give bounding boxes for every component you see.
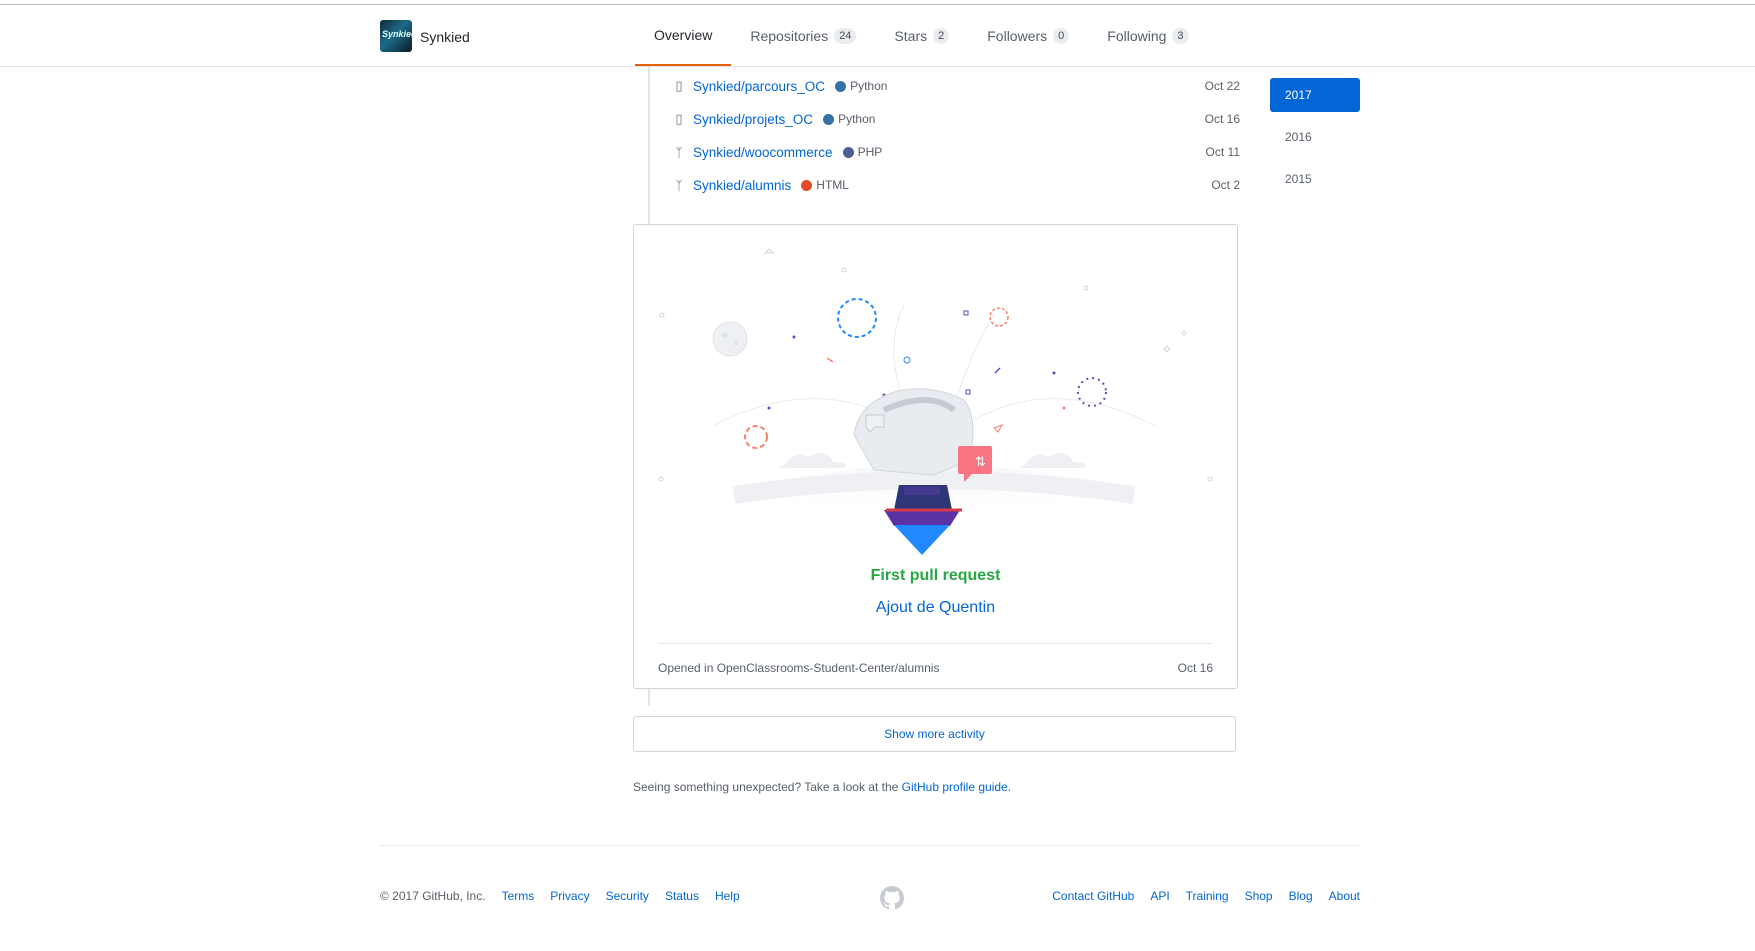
- footer-right: Contact GitHub API Training Shop Blog Ab…: [1036, 889, 1360, 903]
- profile-tabs: Overview Repositories 24 Stars 2 Followers…: [635, 5, 1208, 66]
- profile-header: Synkied Synkied Overview Repositories 24 …: [0, 5, 1755, 67]
- language-color-dot: [801, 179, 813, 191]
- divider: [658, 643, 1212, 644]
- repo-link[interactable]: Synkied/alumnis: [693, 178, 791, 193]
- repo-row: ᛉ Synkied/alumnis HTML Oct 2: [672, 174, 1240, 196]
- language-color-dot: [823, 113, 835, 125]
- tab-counter: 3: [1172, 27, 1189, 44]
- repo-date: Oct 22: [1204, 79, 1240, 93]
- opened-in-text: Opened in OpenClassrooms-Student-Center/…: [658, 661, 940, 675]
- repo-language: Python: [838, 112, 876, 126]
- tab-counter: 2: [933, 27, 950, 44]
- repo-link[interactable]: Synkied/projets_OC: [693, 112, 813, 127]
- footer-link-blog[interactable]: Blog: [1289, 889, 1313, 903]
- year-link-2016[interactable]: 2016: [1270, 120, 1360, 154]
- unexpected-notice: Seeing something unexpected? Take a look…: [633, 780, 1011, 794]
- tab-counter: 24: [834, 27, 857, 44]
- footer-divider: [380, 845, 1360, 846]
- footer-link-api[interactable]: API: [1150, 889, 1169, 903]
- tab-followers[interactable]: Followers 0: [968, 5, 1088, 66]
- unexpected-text: Seeing something unexpected? Take a look…: [633, 780, 902, 794]
- tab-following[interactable]: Following 3: [1088, 5, 1207, 66]
- language-color-dot: [842, 146, 854, 158]
- repo-row: ▯ Synkied/parcours_OC Python Oct 22: [672, 75, 1240, 97]
- tab-stars[interactable]: Stars 2: [875, 5, 968, 66]
- year-link-2015[interactable]: 2015: [1270, 162, 1360, 196]
- tab-label: Repositories: [750, 27, 829, 44]
- tab-label: Stars: [894, 27, 928, 44]
- avatar[interactable]: Synkied: [380, 20, 412, 52]
- footer-link-about[interactable]: About: [1329, 889, 1360, 903]
- footer-link-help[interactable]: Help: [715, 889, 740, 903]
- repo-language: HTML: [816, 178, 849, 192]
- repo-link[interactable]: Synkied/parcours_OC: [693, 79, 825, 94]
- fork-icon: ᛉ: [675, 144, 683, 160]
- fork-icon: ᛉ: [675, 177, 683, 193]
- tab-counter: 0: [1053, 27, 1070, 44]
- year-filter: 2017 2016 2015: [1270, 78, 1360, 204]
- repo-date: Oct 16: [1204, 112, 1240, 126]
- pull-request-title: First pull request: [870, 567, 1001, 584]
- repo-icon: ▯: [675, 78, 683, 93]
- footer-link-shop[interactable]: Shop: [1245, 889, 1273, 903]
- footer-left: © 2017 GitHub, Inc. Terms Privacy Securi…: [380, 889, 740, 903]
- repo-row: ᛉ Synkied/woocommerce PHP Oct 11: [672, 141, 1240, 163]
- footer-link-security[interactable]: Security: [606, 889, 649, 903]
- footer-link-training[interactable]: Training: [1186, 889, 1229, 903]
- repo-row: ▯ Synkied/projets_OC Python Oct 16: [672, 108, 1240, 130]
- pull-request-illustration: ⇅: [658, 248, 1213, 555]
- footer-link-privacy[interactable]: Privacy: [550, 889, 589, 903]
- profile-guide-link[interactable]: GitHub profile guide: [902, 780, 1008, 794]
- footer-link-status[interactable]: Status: [665, 889, 699, 903]
- copyright: © 2017 GitHub, Inc.: [380, 889, 486, 903]
- first-pull-request-card: ⇅ First pull request Ajout de Quentin Op…: [633, 224, 1238, 689]
- repo-date: Oct 2: [1211, 178, 1240, 192]
- show-more-activity-button[interactable]: Show more activity: [633, 716, 1236, 752]
- svg-text:⇅: ⇅: [975, 455, 986, 470]
- pull-request-date: Oct 16: [1177, 661, 1213, 675]
- footer-link-terms[interactable]: Terms: [502, 889, 535, 903]
- username[interactable]: Synkied: [420, 29, 470, 45]
- repo-link[interactable]: Synkied/woocommerce: [693, 145, 833, 160]
- tab-label: Following: [1107, 27, 1167, 44]
- unexpected-end: .: [1007, 780, 1012, 794]
- tab-repositories[interactable]: Repositories 24: [731, 5, 875, 66]
- year-link-2017[interactable]: 2017: [1270, 78, 1360, 112]
- footer-link-contact[interactable]: Contact GitHub: [1052, 889, 1134, 903]
- avatar-text: Synkied: [382, 29, 412, 39]
- github-mark-icon[interactable]: [880, 886, 904, 910]
- pull-request-link[interactable]: Ajout de Quentin: [634, 599, 1237, 617]
- repo-date: Oct 11: [1205, 145, 1240, 159]
- language-color-dot: [835, 80, 847, 92]
- tab-label: Overview: [654, 26, 713, 43]
- repo-language: Python: [850, 79, 888, 93]
- repo-icon: ▯: [675, 111, 683, 126]
- tab-overview[interactable]: Overview: [635, 5, 732, 66]
- tab-label: Followers: [987, 27, 1048, 44]
- repo-language: PHP: [857, 145, 883, 159]
